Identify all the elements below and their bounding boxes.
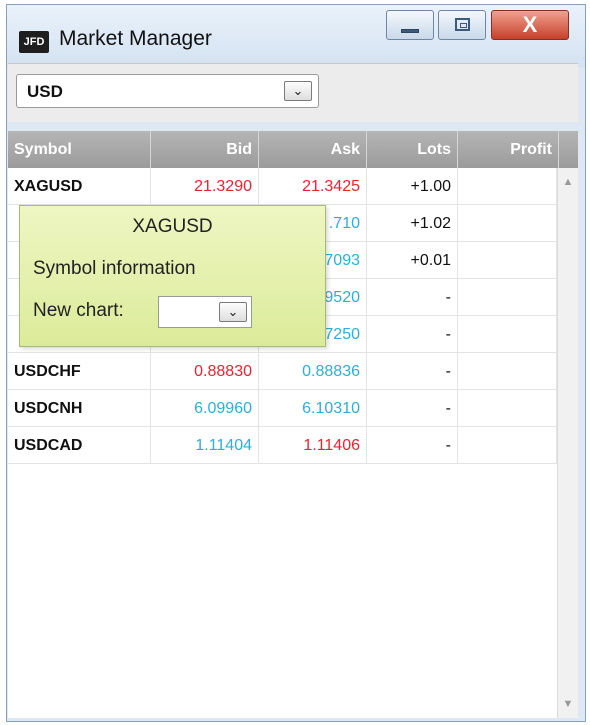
column-header-lots[interactable]: Lots [367, 131, 458, 168]
close-icon: X [522, 12, 538, 37]
chevron-down-icon: ⌄ [292, 83, 304, 98]
column-header-profit[interactable]: Profit [458, 131, 559, 168]
currency-select[interactable]: USD ⌄ [16, 74, 319, 108]
maximize-icon [455, 18, 470, 31]
new-chart-dropdown-button[interactable]: ⌄ [219, 302, 247, 322]
symbol-cell: XAGUSD [8, 168, 151, 205]
column-header-ask[interactable]: Ask [259, 131, 367, 168]
ask-cell: 21.3425 [259, 168, 367, 205]
lots-cell: +0.01 [367, 242, 458, 279]
symbol-context-popup: XAGUSD Symbol information New chart: ⌄ [19, 205, 326, 347]
column-header-symbol[interactable]: Symbol [8, 131, 151, 168]
vertical-scrollbar[interactable]: ▲ ▼ [557, 168, 578, 718]
new-chart-select[interactable]: ⌄ [158, 296, 252, 328]
lots-cell: - [367, 427, 458, 464]
column-header-bid[interactable]: Bid [151, 131, 259, 168]
lots-cell: - [367, 390, 458, 427]
bid-cell: 0.88830 [151, 353, 259, 390]
profit-cell [458, 390, 557, 427]
bid-cell: 6.09960 [151, 390, 259, 427]
toolbar: USD ⌄ [8, 63, 578, 122]
table-row[interactable]: USDCHF 0.88830 0.88836 - [8, 353, 557, 390]
profit-cell [458, 427, 557, 464]
table-row[interactable]: USDCAD 1.11404 1.11406 - [8, 427, 557, 464]
lots-cell: - [367, 279, 458, 316]
new-chart-label: New chart: [33, 300, 124, 321]
popup-symbol-title: XAGUSD [132, 216, 213, 237]
lots-cell: +1.00 [367, 168, 458, 205]
ask-cell: 1.11406 [259, 427, 367, 464]
window-title: Market Manager [59, 27, 212, 50]
table-row[interactable]: XAGUSD 21.3290 21.3425 +1.00 [8, 168, 557, 205]
lots-cell: +1.02 [367, 205, 458, 242]
profit-cell [458, 168, 557, 205]
symbol-information-link[interactable]: Symbol information [33, 258, 196, 280]
close-button[interactable]: X [491, 10, 569, 40]
table-row[interactable]: USDCNH 6.09960 6.10310 - [8, 390, 557, 427]
ask-cell: 0.88836 [259, 353, 367, 390]
bid-cell: 21.3290 [151, 168, 259, 205]
currency-value: USD [27, 82, 63, 101]
bid-cell: 1.11404 [151, 427, 259, 464]
scroll-down-icon[interactable]: ▼ [558, 698, 578, 710]
currency-dropdown-button[interactable]: ⌄ [284, 81, 312, 101]
profit-cell [458, 353, 557, 390]
minimize-button[interactable] [386, 10, 434, 40]
lots-cell: - [367, 353, 458, 390]
minimize-icon [401, 29, 419, 33]
profit-cell [458, 205, 557, 242]
maximize-button[interactable] [438, 10, 486, 40]
profit-cell [458, 316, 557, 353]
app-logo: JFD [19, 31, 49, 53]
scroll-up-icon[interactable]: ▲ [558, 176, 578, 188]
ask-cell: 6.10310 [259, 390, 367, 427]
table-header: Symbol Bid Ask Lots Profit [8, 131, 578, 168]
lots-cell: - [367, 316, 458, 353]
symbol-cell: USDCAD [8, 427, 151, 464]
title-bar[interactable]: JFD Market Manager X [7, 5, 585, 67]
chevron-down-icon: ⌄ [227, 304, 239, 319]
profit-cell [458, 242, 557, 279]
symbol-cell: USDCHF [8, 353, 151, 390]
symbol-cell: USDCNH [8, 390, 151, 427]
profit-cell [458, 279, 557, 316]
